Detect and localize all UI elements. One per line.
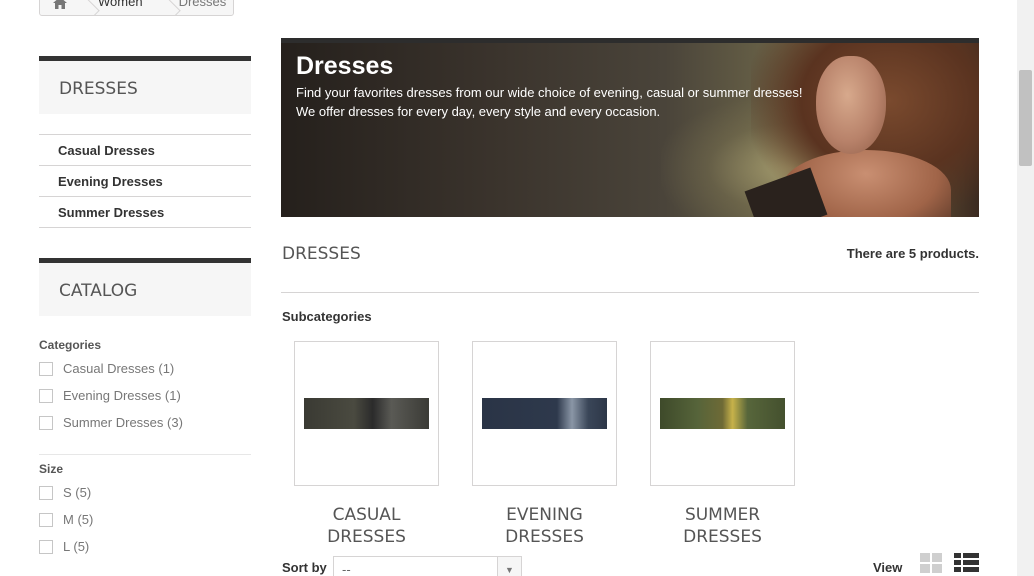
subcategory-name-line2: DRESSES	[683, 527, 762, 547]
sidebar-item-casual-dresses[interactable]: Casual Dresses	[39, 135, 251, 166]
sidebar-block-title: DRESSES	[39, 56, 251, 114]
filter-category-evening[interactable]: Evening Dresses (1)	[39, 388, 181, 403]
filter-size-l[interactable]: L (5)	[39, 539, 89, 554]
subcategory-name-line1: EVENING	[506, 505, 583, 525]
subcategory-name-line1: SUMMER	[684, 505, 761, 525]
checkbox[interactable]	[39, 512, 53, 527]
banner-description-line1: Find your favorites dresses from our wid…	[296, 85, 803, 100]
sidebar-subcategory-list: Casual Dresses Evening Dresses Summer Dr…	[39, 134, 251, 228]
home-icon	[53, 0, 67, 9]
breadcrumb-item-women[interactable]: Women	[98, 0, 143, 15]
subcategory-image[interactable]	[650, 341, 795, 486]
sort-by-label: Sort by	[282, 560, 327, 575]
checkbox[interactable]	[39, 415, 53, 430]
page-scrollbar[interactable]	[1017, 0, 1034, 576]
scrollbar-thumb[interactable]	[1019, 70, 1032, 166]
filter-label: S (5)	[63, 485, 92, 500]
filter-size-s[interactable]: S (5)	[39, 485, 91, 500]
filter-label: Casual Dresses (1)	[63, 361, 175, 376]
breadcrumb-separator	[80, 0, 98, 15]
filter-label: Evening Dresses (1)	[63, 388, 181, 403]
category-banner: Dresses Find your favorites dresses from…	[281, 38, 979, 217]
subcategory-name-line2: DRESSES	[505, 527, 584, 547]
subcategory-name-line2: DRESSES	[327, 527, 406, 547]
sort-by-select[interactable]: -- ▼	[333, 556, 522, 576]
checkbox[interactable]	[39, 539, 53, 554]
grid-view-icon[interactable]	[920, 553, 942, 573]
breadcrumb-item-current: Dresses	[178, 0, 227, 9]
filter-category-summer[interactable]: Summer Dresses (3)	[39, 415, 183, 430]
subcategory-name-line1: CASUAL	[332, 505, 401, 525]
subcategory-thumbnail	[304, 398, 429, 429]
filter-divider	[39, 454, 251, 455]
sidebar-item-summer-dresses[interactable]: Summer Dresses	[39, 197, 251, 228]
filter-label: M (5)	[63, 512, 94, 527]
subcategory-image[interactable]	[294, 341, 439, 486]
filter-category-casual[interactable]: Casual Dresses (1)	[39, 361, 174, 376]
subcategory-image[interactable]	[472, 341, 617, 486]
size-filter-title: Size	[39, 462, 64, 476]
list-view-icon[interactable]	[954, 553, 979, 573]
subcategory-card-evening[interactable]: EVENING DRESSES	[472, 341, 617, 548]
subcategory-card-summer[interactable]: SUMMER DRESSES	[650, 341, 795, 548]
sort-by-value: --	[342, 562, 351, 576]
sidebar-item-evening-dresses[interactable]: Evening Dresses	[39, 166, 251, 197]
filter-size-m[interactable]: M (5)	[39, 512, 93, 527]
subcategory-thumbnail	[660, 398, 785, 429]
subcategory-name[interactable]: SUMMER DRESSES	[650, 504, 795, 548]
category-name: DRESSES	[282, 244, 361, 264]
subcategory-name[interactable]: EVENING DRESSES	[472, 504, 617, 548]
checkbox[interactable]	[39, 485, 53, 500]
banner-model-face	[816, 56, 886, 154]
subcategories-heading: Subcategories	[282, 309, 372, 324]
chevron-down-icon[interactable]: ▼	[497, 557, 521, 576]
product-count: There are 5 products.	[846, 246, 979, 261]
categories-filter-title: Categories	[39, 338, 102, 352]
filter-label: L (5)	[63, 539, 90, 554]
filter-label: Summer Dresses (3)	[63, 415, 183, 430]
subcategory-card-casual[interactable]: CASUAL DRESSES	[294, 341, 439, 548]
banner-title: Dresses	[296, 52, 394, 80]
view-label: View	[873, 560, 903, 575]
subcategory-name[interactable]: CASUAL DRESSES	[294, 504, 439, 548]
banner-description-line2: We offer dresses for every day, every st…	[296, 104, 661, 119]
banner-top-border	[281, 38, 979, 43]
breadcrumb: Women Dresses	[39, 0, 234, 16]
breadcrumb-separator	[161, 0, 179, 15]
checkbox[interactable]	[39, 361, 53, 376]
catalog-block-title: CATALOG	[39, 258, 251, 316]
content-divider	[281, 292, 979, 293]
checkbox[interactable]	[39, 388, 53, 403]
subcategory-thumbnail	[482, 398, 607, 429]
